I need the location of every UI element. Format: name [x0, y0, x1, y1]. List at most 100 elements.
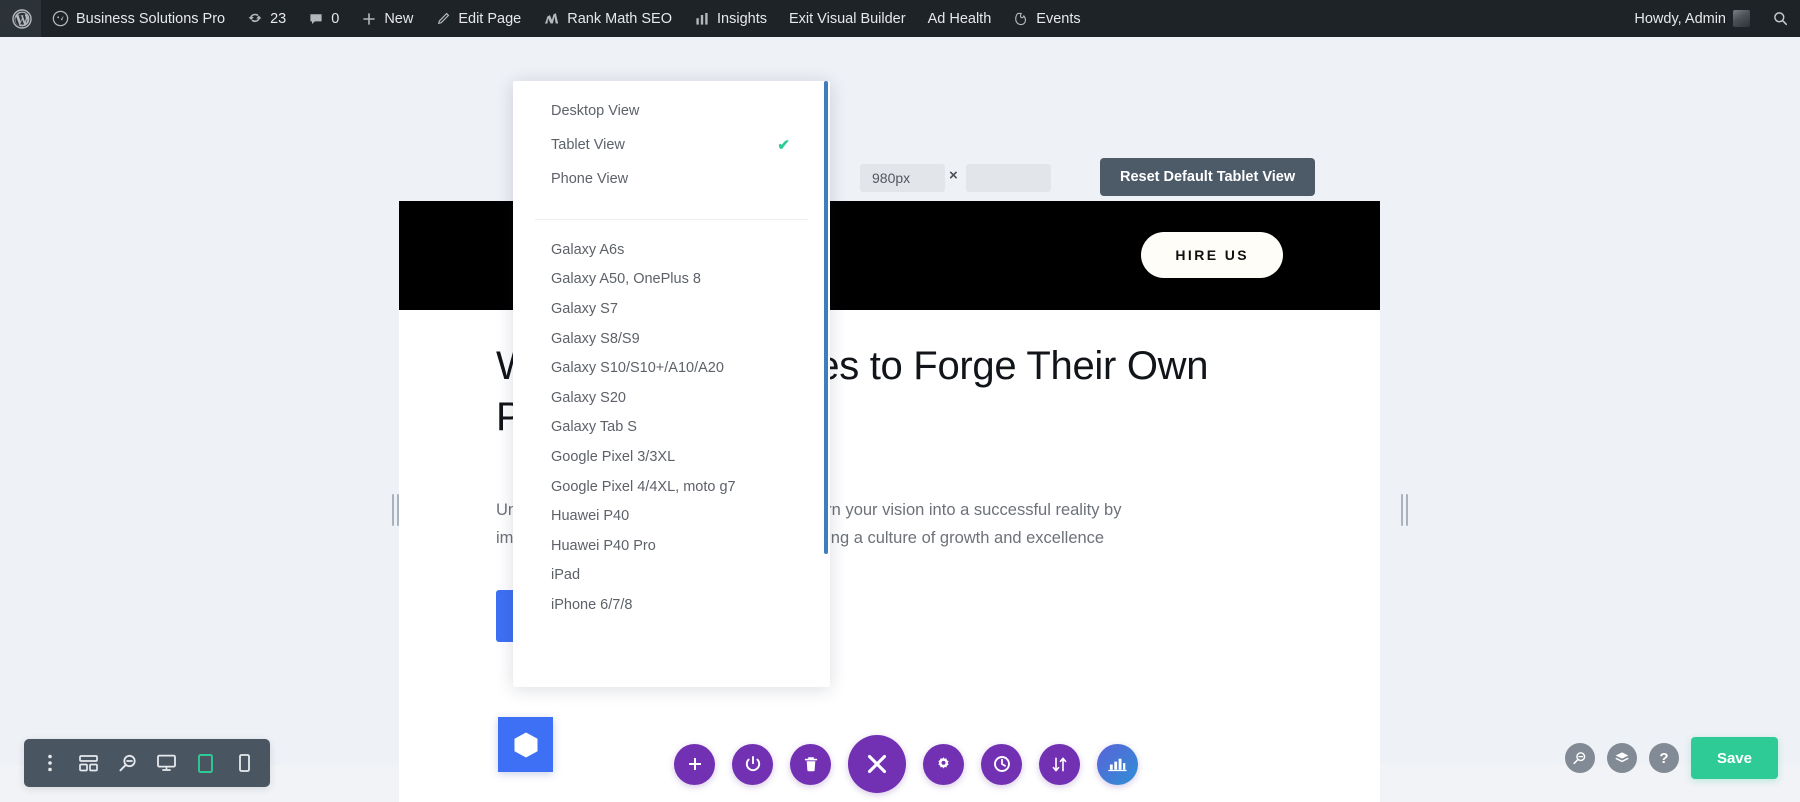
device-label: Google Pixel 3/3XL: [551, 448, 676, 465]
admin-bar-right: Howdy, Admin: [1623, 0, 1800, 37]
menu-item-desktop-view[interactable]: Desktop View: [513, 94, 830, 128]
menu-item-device[interactable]: Galaxy S8/S9: [513, 324, 830, 354]
avatar: [1733, 10, 1750, 27]
bar-chart-icon: [694, 11, 710, 27]
device-label: Google Pixel 4/4XL, moto g7: [551, 478, 736, 495]
device-label: iPhone 6/7/8: [551, 596, 633, 613]
rankmath-icon: [543, 11, 560, 26]
device-label: Huawei P40 Pro: [551, 537, 656, 554]
power-toggle-icon[interactable]: [732, 743, 773, 785]
updates-icon: [247, 11, 263, 27]
tablet-view-icon[interactable]: [186, 739, 225, 787]
comments-icon: [308, 11, 324, 27]
menu-item-device[interactable]: Galaxy S10/S10+/A10/A20: [513, 353, 830, 383]
menu-item-device[interactable]: Galaxy Tab S: [513, 413, 830, 443]
sort-updown-icon[interactable]: [1039, 743, 1080, 785]
dropdown-scrollbar[interactable]: [822, 81, 830, 687]
menu-item-device[interactable]: Huawei P40: [513, 501, 830, 531]
comments-count: 0: [331, 10, 340, 27]
check-icon: ✔: [777, 137, 790, 154]
wordpress-logo-menu[interactable]: [0, 0, 41, 37]
add-section-icon[interactable]: [674, 743, 715, 785]
rank-math-label: Rank Math SEO: [567, 10, 672, 27]
menu-item-label: Desktop View: [551, 103, 640, 119]
device-label: Galaxy Tab S: [551, 419, 637, 436]
events-icon: [1013, 11, 1029, 27]
menu-item-device[interactable]: Galaxy S20: [513, 383, 830, 413]
howdy-label: Howdy, Admin: [1634, 10, 1726, 27]
rank-math-menu[interactable]: Rank Math SEO: [532, 0, 683, 37]
menu-item-device[interactable]: iPhone 6/7/8: [513, 590, 830, 620]
handle-bar: [1405, 494, 1408, 526]
more-options-icon[interactable]: [30, 739, 69, 787]
wireframe-icon[interactable]: [69, 739, 108, 787]
site-name-menu[interactable]: Business Solutions Pro: [41, 0, 236, 37]
device-label: Galaxy S7: [551, 300, 618, 317]
menu-item-device[interactable]: Huawei P40 Pro: [513, 531, 830, 561]
events-menu[interactable]: Events: [1002, 0, 1091, 37]
menu-item-device[interactable]: Galaxy A50, OnePlus 8: [513, 265, 830, 295]
responsive-size-toolbar: × Reset Default Tablet View: [0, 156, 1800, 201]
search-icon: [1772, 10, 1789, 27]
my-account-menu[interactable]: Howdy, Admin: [1623, 0, 1761, 37]
phone-view-icon[interactable]: [225, 739, 264, 787]
menu-item-label: Phone View: [551, 171, 629, 187]
view-mode-list: Desktop View Tablet View ✔ Phone View: [513, 81, 830, 206]
new-content-menu[interactable]: New: [350, 0, 424, 37]
menu-item-device[interactable]: Google Pixel 4/4XL, moto g7: [513, 472, 830, 502]
search-icon[interactable]: [1564, 743, 1595, 773]
events-label: Events: [1036, 10, 1081, 27]
device-label: iPad: [551, 567, 581, 584]
reset-default-tablet-view-button[interactable]: Reset Default Tablet View: [1100, 158, 1316, 196]
stats-icon[interactable]: [1097, 743, 1138, 785]
builder-view-toolbar: [24, 739, 270, 787]
dropdown-scrollbar-thumb[interactable]: [824, 81, 828, 554]
handle-bar: [1400, 494, 1403, 526]
new-label: New: [384, 10, 414, 27]
device-label: Galaxy A6s: [551, 241, 625, 258]
builder-main-toolbar: [674, 735, 1138, 793]
menu-item-tablet-view[interactable]: Tablet View ✔: [513, 128, 830, 162]
hire-us-button[interactable]: HIRE US: [1141, 232, 1283, 278]
desktop-view-icon[interactable]: [147, 739, 186, 787]
updates-menu[interactable]: 23: [236, 0, 297, 37]
comments-menu[interactable]: 0: [297, 0, 350, 37]
wp-admin-bar: Business Solutions Pro 23 0 New Edit Pag…: [0, 0, 1800, 37]
settings-gear-icon[interactable]: [923, 743, 964, 785]
menu-item-device[interactable]: Galaxy S7: [513, 294, 830, 324]
insights-menu[interactable]: Insights: [683, 0, 778, 37]
device-label: Galaxy S8/S9: [551, 330, 640, 347]
menu-item-device[interactable]: Galaxy A6s: [513, 235, 830, 265]
menu-divider: [535, 219, 808, 220]
trash-icon[interactable]: [790, 743, 831, 785]
device-preset-list: Galaxy A6s Galaxy A50, OnePlus 8 Galaxy …: [513, 233, 830, 630]
admin-bar-search-button[interactable]: [1761, 0, 1800, 37]
edit-page-menu[interactable]: Edit Page: [424, 0, 532, 37]
handle-bar: [391, 494, 394, 526]
viewport-height-input[interactable]: [966, 164, 1051, 192]
device-label: Galaxy A50, OnePlus 8: [551, 271, 701, 288]
viewport-resize-handle-right[interactable]: [1399, 492, 1409, 528]
menu-item-phone-view[interactable]: Phone View: [513, 162, 830, 196]
divi-logo-button[interactable]: [498, 717, 553, 772]
responsive-view-dropdown: Desktop View Tablet View ✔ Phone View Ga…: [513, 81, 830, 687]
ad-health-label: Ad Health: [927, 10, 992, 27]
zoom-out-icon[interactable]: [108, 739, 147, 787]
close-builder-icon[interactable]: [848, 735, 906, 793]
ad-health-menu[interactable]: Ad Health: [917, 0, 1003, 37]
menu-item-device[interactable]: Google Pixel 3/3XL: [513, 442, 830, 472]
save-button[interactable]: Save: [1690, 737, 1778, 779]
viewport-width-input[interactable]: [860, 164, 945, 192]
pencil-icon: [435, 11, 451, 27]
device-label: Galaxy S20: [551, 389, 626, 406]
site-name-label: Business Solutions Pro: [76, 10, 226, 27]
exit-visual-builder-label: Exit Visual Builder: [788, 10, 906, 27]
insights-label: Insights: [717, 10, 767, 27]
plus-icon: [361, 11, 377, 27]
history-clock-icon[interactable]: [981, 743, 1022, 785]
layers-icon[interactable]: [1606, 743, 1637, 773]
device-label: Huawei P40: [551, 508, 630, 525]
help-icon[interactable]: ?: [1648, 743, 1679, 773]
exit-visual-builder-menu[interactable]: Exit Visual Builder: [778, 0, 917, 37]
menu-item-device[interactable]: iPad: [513, 561, 830, 591]
